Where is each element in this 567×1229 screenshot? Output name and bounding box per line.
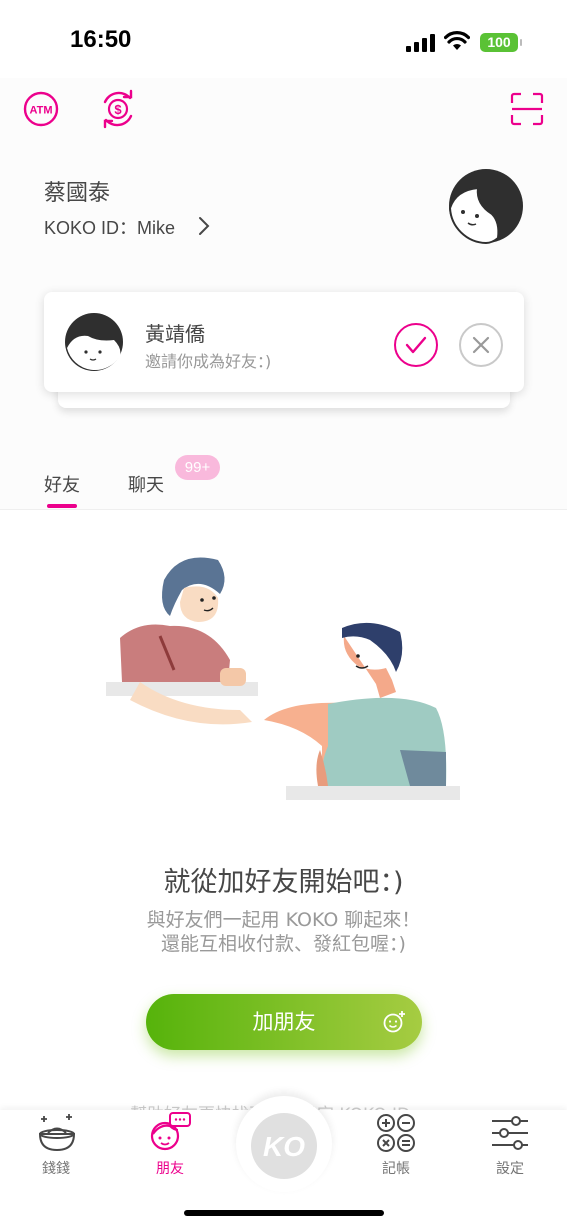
koko-logo-text: KO <box>263 1131 305 1162</box>
chat-badge: 99+ <box>175 455 220 480</box>
empty-state-line-1: 與好友們一起用 KOKO 聊起來！ <box>146 909 421 931</box>
empty-state-description: 與好友們一起用 KOKO 聊起來！ 還能互相收付款、發紅包喔：) <box>0 908 567 956</box>
empty-state-line-2: 還能互相收付款、發紅包喔：) <box>161 933 406 955</box>
add-friend-button[interactable]: 加朋友 <box>146 994 422 1050</box>
user-name: 蔡國泰 <box>44 181 111 206</box>
signal-icon <box>406 34 435 52</box>
koko-id-text: KOKO ID：Mike <box>44 218 176 238</box>
empty-state-title: 就從加好友開始吧：) <box>163 867 404 898</box>
invitation-message: 邀請你成為好友：) <box>145 352 272 371</box>
inviter-avatar <box>65 313 123 371</box>
svg-text:$: $ <box>114 102 122 117</box>
scan-icon[interactable] <box>510 92 544 126</box>
inviter-name: 黃靖僑 <box>145 322 205 346</box>
friends-illustration <box>106 557 460 800</box>
tab-friends[interactable]: 好友 <box>44 471 80 497</box>
tab-active-indicator <box>47 504 77 508</box>
koko-id-link[interactable]: KOKO ID：Mike <box>44 214 175 240</box>
tab-divider <box>0 509 567 510</box>
nav-money-label[interactable]: 錢錢 <box>16 1158 96 1178</box>
chevron-right-icon[interactable] <box>197 216 211 236</box>
nav-settings-label[interactable]: 設定 <box>470 1158 550 1178</box>
decline-invite-button[interactable] <box>458 322 504 368</box>
battery-indicator: 100 <box>480 33 522 52</box>
dollar-transfer-icon[interactable]: $ <box>98 89 138 129</box>
add-friend-icon <box>383 1011 405 1033</box>
nav-friends-label[interactable]: 朋友 <box>130 1158 210 1178</box>
add-friend-label: 加朋友 <box>252 1010 316 1034</box>
wifi-icon <box>444 31 470 50</box>
status-time: 16:50 <box>70 26 132 53</box>
koko-logo-button[interactable]: KO <box>248 1110 320 1182</box>
calculator-icon[interactable] <box>376 1113 416 1153</box>
accept-invite-button[interactable] <box>393 322 439 368</box>
user-avatar[interactable] <box>448 168 524 244</box>
money-icon[interactable] <box>36 1112 78 1154</box>
atm-label: ATM <box>29 105 52 117</box>
home-indicator <box>184 1210 384 1216</box>
settings-sliders-icon[interactable] <box>490 1113 530 1153</box>
nav-accounting-label[interactable]: 記帳 <box>356 1158 436 1178</box>
atm-icon[interactable]: ATM <box>22 90 60 128</box>
tab-chat[interactable]: 聊天 <box>128 471 164 497</box>
friends-nav-icon[interactable] <box>148 1112 192 1156</box>
